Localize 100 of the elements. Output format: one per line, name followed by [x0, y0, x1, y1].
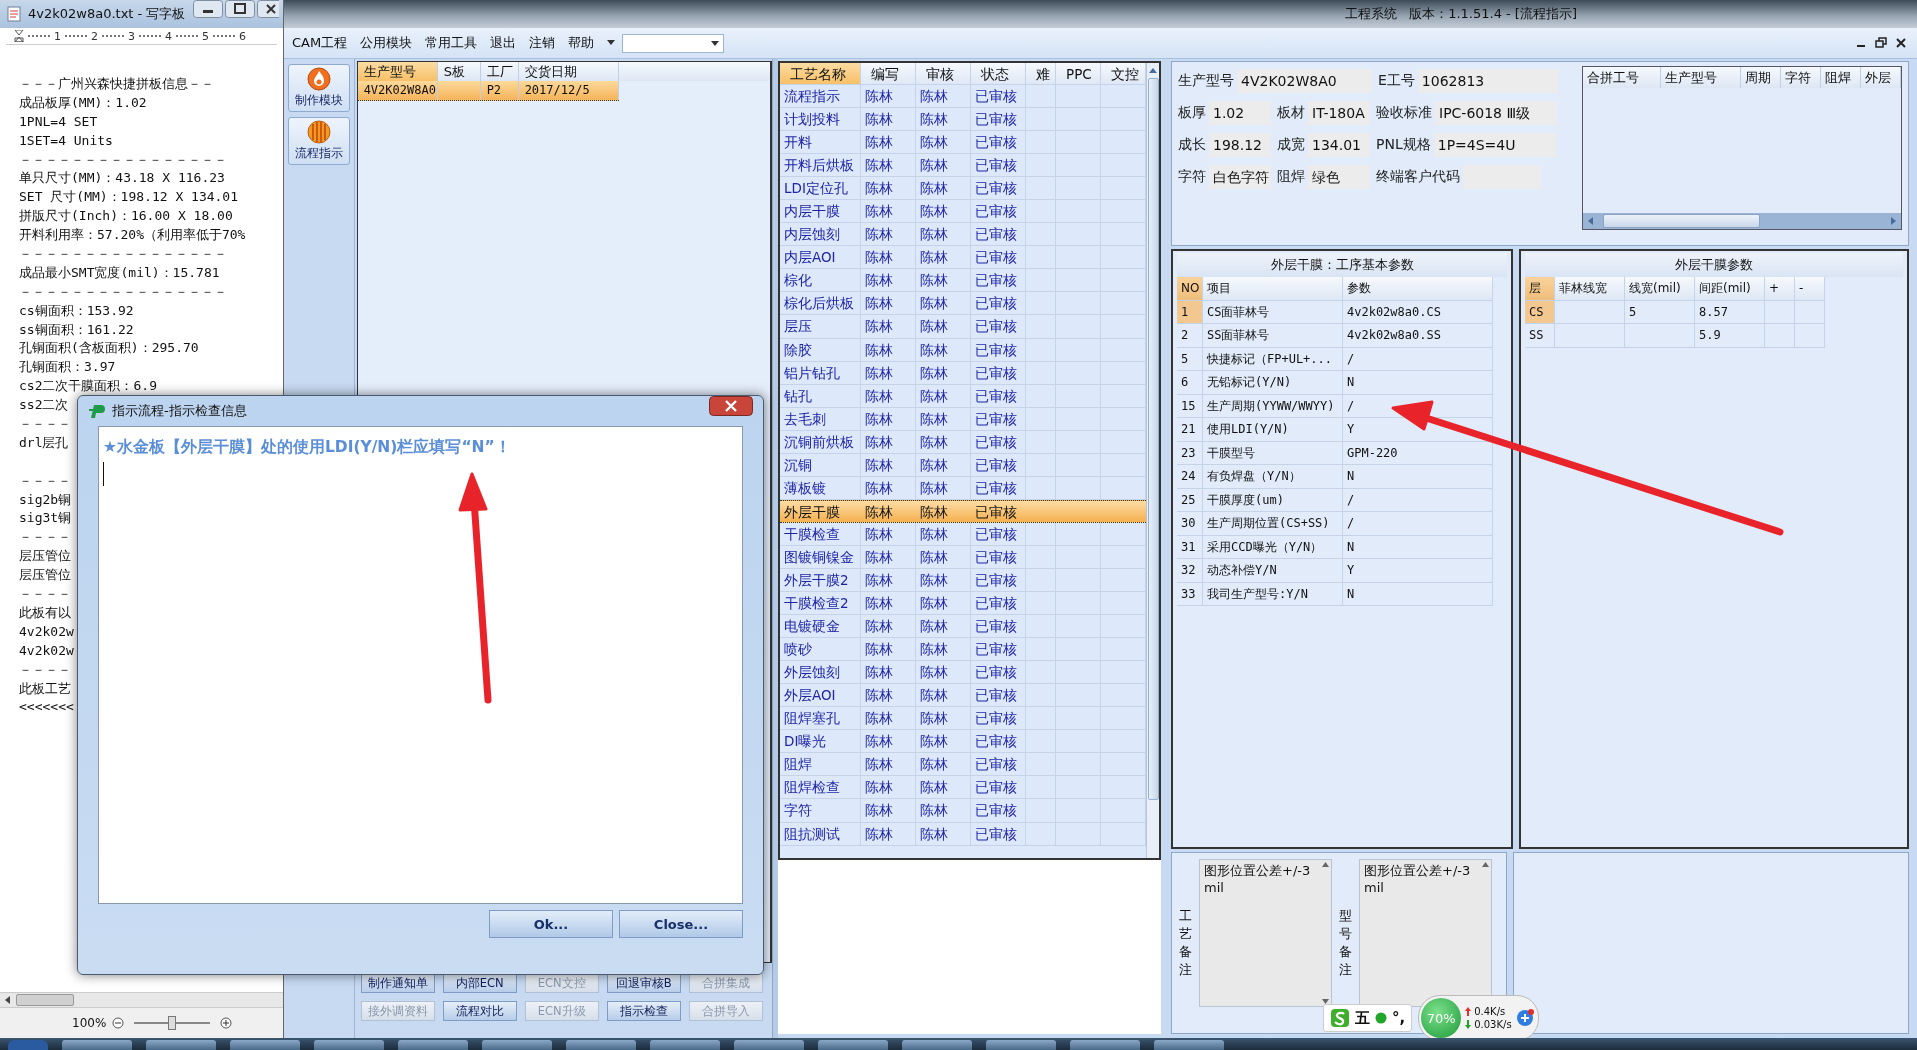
- start-button[interactable]: [8, 1040, 48, 1050]
- menu-item[interactable]: 退出: [490, 34, 517, 52]
- table-row[interactable]: 阻抗测试 陈林 陈林 已审核: [780, 822, 1146, 846]
- text-area[interactable]: 图形位置公差+/-3mil: [1199, 859, 1332, 1007]
- table-row[interactable]: 薄板镀 陈林 陈林 已审核: [780, 476, 1146, 500]
- scroll-left-icon[interactable]: [4, 995, 12, 1005]
- taskbar-button[interactable]: [398, 1040, 468, 1050]
- horizontal-scrollbar[interactable]: [1583, 213, 1901, 229]
- horizontal-scrollbar[interactable]: [0, 992, 283, 1007]
- text-area[interactable]: 图形位置公差+/-3mil: [1359, 859, 1492, 1007]
- taskbar-button[interactable]: [902, 1040, 972, 1050]
- input-field[interactable]: 198.12: [1209, 133, 1271, 157]
- toolbar-button[interactable]: 内部ECN: [442, 973, 517, 993]
- column-header[interactable]: 项目: [1203, 277, 1343, 301]
- column-header[interactable]: 阻焊: [1821, 67, 1861, 88]
- scroll-up-icon[interactable]: [1482, 862, 1489, 867]
- dialog-button[interactable]: Ok...: [489, 910, 613, 938]
- menu-item[interactable]: 公用模块: [360, 34, 413, 52]
- table-row[interactable]: 电镀硬金 陈林 陈林 已审核: [780, 615, 1146, 639]
- close-button[interactable]: [257, 0, 279, 18]
- splitter-handle[interactable]: [772, 59, 778, 1038]
- column-header[interactable]: 状态: [971, 63, 1026, 85]
- taskbar-button[interactable]: [818, 1040, 888, 1050]
- taskbar-button[interactable]: [734, 1040, 804, 1050]
- column-header[interactable]: +: [1765, 277, 1795, 301]
- table-row[interactable]: 干膜检查 陈林 陈林 已审核: [780, 522, 1146, 546]
- column-header[interactable]: 菲林线宽: [1555, 277, 1625, 301]
- table-row[interactable]: 开料 陈林 陈林 已审核: [780, 131, 1146, 155]
- table-row[interactable]: 字符 陈林 陈林 已审核: [780, 799, 1146, 823]
- input-field[interactable]: 134.01: [1308, 133, 1370, 157]
- table-row[interactable]: 开料后烘板 陈林 陈林 已审核: [780, 154, 1146, 178]
- column-header[interactable]: PPC: [1056, 63, 1101, 85]
- plus-icon[interactable]: [1515, 1009, 1534, 1027]
- table-row[interactable]: 铝片钻孔 陈林 陈林 已审核: [780, 361, 1146, 385]
- menu-item[interactable]: CAM工程: [292, 34, 348, 52]
- toolbar-button[interactable]: 制作通知单: [360, 973, 435, 993]
- scroll-up-icon[interactable]: [1148, 66, 1158, 74]
- input-field[interactable]: 1P=4S=4U: [1433, 133, 1556, 157]
- dialog-button[interactable]: Close...: [619, 910, 743, 938]
- column-header[interactable]: 生产型号: [357, 62, 438, 81]
- table-row[interactable]: 去毛刺 陈林 陈林 已审核: [780, 407, 1146, 431]
- input-field[interactable]: 1.02: [1209, 101, 1271, 125]
- menu-item[interactable]: 注销: [529, 34, 556, 52]
- input-field[interactable]: IPC-6018 Ⅲ级: [1435, 101, 1557, 125]
- input-field[interactable]: 绿色: [1308, 165, 1370, 189]
- toolbar-button[interactable]: 流程对比: [442, 1001, 517, 1021]
- table-row[interactable]: 外层干膜 陈林 陈林 已审核: [780, 499, 1146, 523]
- dropdown-caret-icon[interactable]: [607, 40, 616, 46]
- table-row[interactable]: 沉铜前烘板 陈林 陈林 已审核: [780, 430, 1146, 454]
- sidebar-button[interactable]: 流程指示: [288, 117, 350, 165]
- table-row[interactable]: 外层干膜2 陈林 陈林 已审核: [780, 569, 1146, 593]
- table-row[interactable]: 层压 陈林 陈林 已审核: [780, 315, 1146, 339]
- scroll-thumb[interactable]: [16, 994, 74, 1006]
- restore-icon[interactable]: [1875, 37, 1887, 49]
- taskbar-button[interactable]: [62, 1040, 132, 1050]
- maximize-button[interactable]: [225, 0, 255, 18]
- sidebar-button[interactable]: 制作模块: [288, 64, 350, 112]
- column-header[interactable]: 合拼工号: [1583, 67, 1661, 88]
- taskbar-button[interactable]: [986, 1040, 1056, 1050]
- table-row[interactable]: 沉铜 陈林 陈林 已审核: [780, 453, 1146, 477]
- taskbar-button[interactable]: [314, 1040, 384, 1050]
- column-header[interactable]: 参数: [1343, 277, 1493, 301]
- table-row[interactable]: 内层干膜 陈林 陈林 已审核: [780, 200, 1146, 224]
- input-method-bar[interactable]: 五 °,: [1323, 1004, 1413, 1032]
- column-header[interactable]: 生产型号: [1661, 67, 1741, 88]
- taskbar-button[interactable]: [566, 1040, 636, 1050]
- table-row[interactable]: 阻焊 陈林 陈林 已审核: [780, 753, 1146, 777]
- column-header[interactable]: 线宽(mil): [1625, 277, 1695, 301]
- table-row[interactable]: 4V2K02W8A0 P2 2017/12/5: [357, 81, 619, 101]
- taskbar-button[interactable]: [1154, 1040, 1224, 1050]
- taskbar-button[interactable]: [230, 1040, 300, 1050]
- scroll-right-icon[interactable]: [1889, 216, 1897, 226]
- input-field[interactable]: IT-180A: [1308, 101, 1370, 125]
- input-field[interactable]: 1062813: [1417, 69, 1558, 93]
- menu-item[interactable]: 帮助: [568, 34, 595, 52]
- table-row[interactable]: 喷砂 陈林 陈林 已审核: [780, 638, 1146, 662]
- table-row[interactable]: 图镀铜镍金 陈林 陈林 已审核: [780, 545, 1146, 569]
- indent-marker-icon[interactable]: [14, 30, 24, 42]
- table-row[interactable]: 阻焊塞孔 陈林 陈林 已审核: [780, 707, 1146, 731]
- column-header[interactable]: 字符: [1781, 67, 1821, 88]
- vertical-scrollbar[interactable]: [1146, 63, 1159, 858]
- table-row[interactable]: DI曝光 陈林 陈林 已审核: [780, 730, 1146, 754]
- table-row[interactable]: LDI定位孔 陈林 陈林 已审核: [780, 177, 1146, 201]
- toolbar-button[interactable]: 回退审核B: [606, 973, 681, 993]
- column-header[interactable]: 难: [1026, 63, 1056, 85]
- close-button[interactable]: [709, 396, 753, 416]
- table-row[interactable]: 除胶 陈林 陈林 已审核: [780, 338, 1146, 362]
- column-header[interactable]: 编写: [861, 63, 916, 85]
- input-field[interactable]: 白色字符: [1209, 165, 1271, 189]
- column-header[interactable]: 周期: [1741, 67, 1781, 88]
- column-header[interactable]: NO: [1177, 277, 1203, 301]
- taskbar-button[interactable]: [146, 1040, 216, 1050]
- zoom-out-icon[interactable]: [112, 1017, 125, 1029]
- scroll-up-icon[interactable]: [1322, 862, 1329, 867]
- table-row[interactable]: 流程指示 陈林 陈林 已审核: [780, 85, 1146, 109]
- slider-thumb[interactable]: [168, 1016, 177, 1030]
- table-row[interactable]: 内层蚀刻 陈林 陈林 已审核: [780, 223, 1146, 247]
- zoom-in-icon[interactable]: [220, 1017, 233, 1029]
- column-header[interactable]: 审核: [916, 63, 971, 85]
- toolbar-button[interactable]: 指示检查: [606, 1001, 681, 1021]
